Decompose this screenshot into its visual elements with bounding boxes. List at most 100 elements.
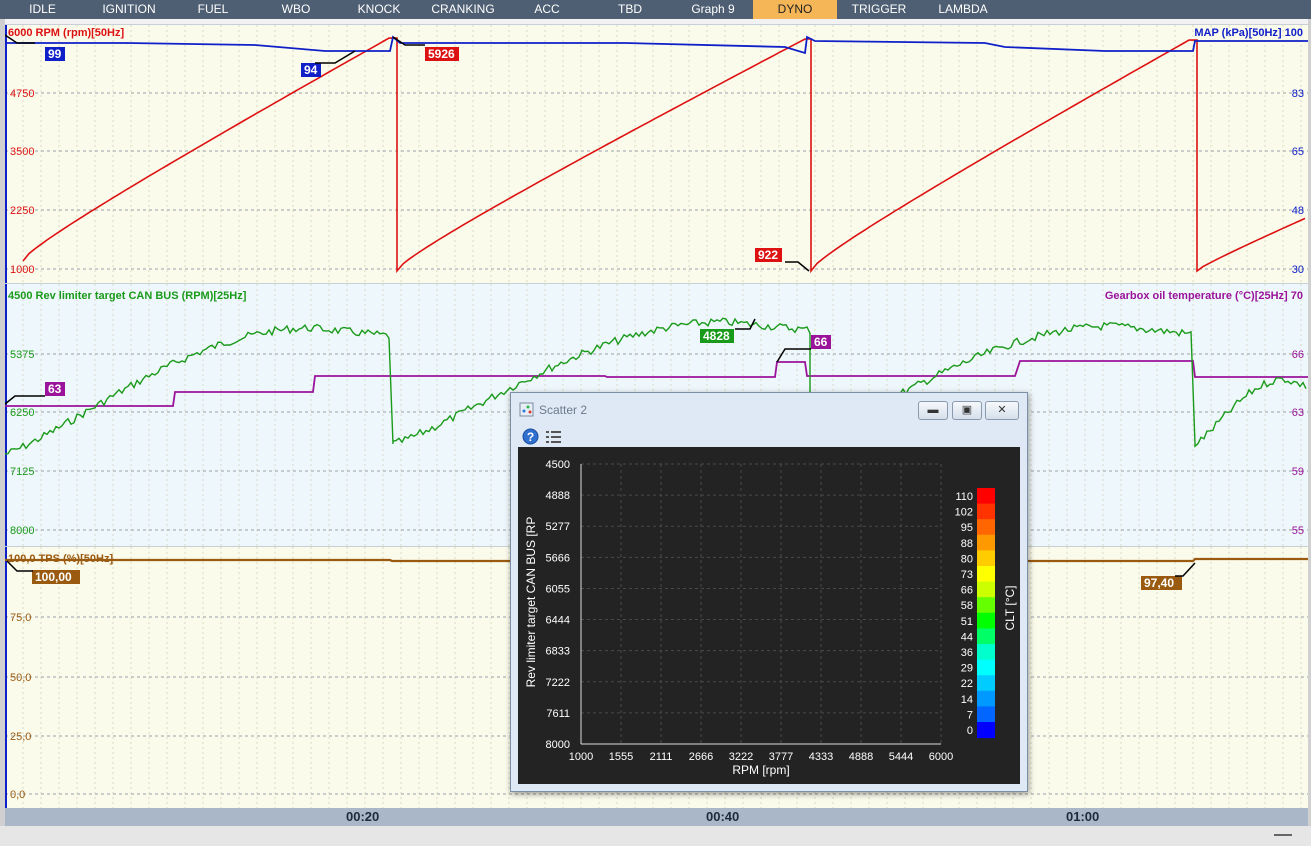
scatter-x-tick: 1555: [609, 751, 633, 763]
help-icon[interactable]: ?: [522, 428, 539, 445]
y-tick-label: 83: [1292, 88, 1304, 100]
tab-tbd[interactable]: TBD: [587, 0, 673, 19]
svg-text:?: ?: [527, 430, 534, 444]
colorbar-tick: 44: [961, 631, 973, 643]
colorbar-segment: [977, 550, 995, 567]
list-icon[interactable]: [546, 430, 562, 444]
colorbar-tick: 80: [961, 553, 973, 565]
tab-fuel[interactable]: FUEL: [173, 0, 253, 19]
close-button[interactable]: ✕: [985, 401, 1019, 420]
colorbar-segment: [977, 659, 995, 676]
colorbar-tick: 0: [967, 725, 973, 737]
colorbar-tick: 14: [961, 694, 973, 706]
scatter-x-title: RPM [rpm]: [732, 763, 789, 777]
map-marker-label: 99: [48, 47, 62, 61]
colorbar-tick: 51: [961, 616, 973, 628]
minimize-button[interactable]: ▬: [918, 401, 948, 420]
scatter-app-icon: [519, 402, 534, 417]
colorbar-segment: [977, 628, 995, 645]
colorbar-segment: [977, 519, 995, 536]
tab-knock[interactable]: KNOCK: [339, 0, 419, 19]
y-tick-label: 3500: [10, 146, 34, 158]
y-tick-label: 2250: [10, 205, 34, 217]
scatter-y-tick: 5277: [546, 521, 570, 533]
scatter-chart: 1000 1555 2111 2666 3222 3777 4333 4888 5444 6000…: [524, 459, 1017, 777]
colorbar-tick: 29: [961, 663, 973, 675]
scatter-x-tick: 5444: [889, 751, 913, 763]
scatter-y-tick: 8000: [546, 739, 570, 751]
time-axis[interactable]: 00:20 00:40 01:00: [5, 808, 1308, 826]
scatter-x-tick: 6000: [929, 751, 953, 763]
colorbar-tick: 7: [967, 709, 973, 721]
colorbar-tick: 95: [961, 522, 973, 534]
window-titlebar[interactable]: Scatter 2 ▬ ▣ ✕: [511, 393, 1027, 425]
oil-marker-label: 63: [48, 382, 62, 396]
y-tick-label: 25,0: [10, 731, 31, 743]
tab-acc[interactable]: ACC: [507, 0, 587, 19]
oil-axis-title: Gearbox oil temperature (°C)[25Hz] 70: [1105, 290, 1303, 302]
map-marker-label: 94: [304, 63, 318, 77]
tab-wbo[interactable]: WBO: [253, 0, 339, 19]
scatter-x-tick: 3222: [729, 751, 753, 763]
y-tick-label: 65: [1292, 146, 1304, 158]
y-tick-label: 4750: [10, 88, 34, 100]
y-tick-label: 63: [1292, 407, 1304, 419]
rpm-map-graph[interactable]: 6000 RPM (rpm)[50Hz] MAP (kPa)[50Hz] 100 4…: [5, 24, 1308, 283]
time-label: 00:20: [346, 809, 380, 824]
y-tick-label: 48: [1292, 205, 1304, 217]
colorbar-segment: [977, 488, 995, 505]
rpm-axis-title: 6000 RPM (rpm)[50Hz]: [8, 27, 124, 39]
scatter-plot-area[interactable]: 1000 1555 2111 2666 3222 3777 4333 4888 5444 6000…: [518, 447, 1020, 784]
colorbar-segment: [977, 675, 995, 692]
tab-ignition[interactable]: IGNITION: [85, 0, 173, 19]
tab-cranking[interactable]: CRANKING: [419, 0, 507, 19]
close-icon: ✕: [997, 404, 1007, 416]
colorbar-tick: 22: [961, 678, 973, 690]
colorbar-segment: [977, 612, 995, 629]
rpm-marker-label: 5926: [428, 47, 455, 61]
y-tick-label: 75,0: [10, 612, 31, 624]
y-tick-label: 59: [1292, 466, 1304, 478]
tab-graph-9[interactable]: Graph 9: [673, 0, 753, 19]
colorbar-tick: 73: [961, 569, 973, 581]
colorbar-segment: [977, 566, 995, 583]
scatter-x-tick: 2111: [650, 751, 673, 763]
scatter-y-tick: 6055: [546, 583, 570, 595]
scatter-x-tick: 2666: [689, 751, 713, 763]
scatter-y-tick: 7611: [546, 708, 570, 720]
colorbar-segment: [977, 581, 995, 598]
y-tick-label: 66: [1292, 349, 1304, 361]
y-tick-label: 6250: [10, 407, 34, 419]
scatter-y-tick: 6833: [546, 646, 570, 658]
scatter-x-tick: 4333: [809, 751, 833, 763]
scatter-x-tick: 1000: [569, 751, 593, 763]
maximize-button[interactable]: ▣: [952, 401, 982, 420]
scatter-window[interactable]: Scatter 2 ▬ ▣ ✕ ? 1000 1555 2111 2666 3222 37…: [510, 392, 1028, 792]
y-tick-label: 5375: [10, 349, 34, 361]
colorbar-segment: [977, 503, 995, 520]
tab-idle[interactable]: IDLE: [0, 0, 85, 19]
colorbar-segment: [977, 722, 995, 739]
scatter-y-title: Rev limiter target CAN BUS [RP: [524, 517, 538, 688]
tab-dyno[interactable]: DYNO: [753, 0, 837, 19]
scatter-y-tick: 4888: [546, 490, 570, 502]
tab-lambda[interactable]: LAMBDA: [921, 0, 1005, 19]
colorbar-title: CLT [°C]: [1003, 585, 1017, 630]
tps-marker-label: 97,40: [1144, 576, 1174, 590]
y-tick-label: 8000: [10, 525, 34, 537]
maximize-icon: ▣: [961, 404, 973, 416]
scatter-y-tick: 6444: [546, 615, 570, 627]
minimize-handle-icon[interactable]: [1274, 834, 1292, 836]
status-bar: [0, 826, 1311, 846]
scatter-x-tick: 3777: [769, 751, 793, 763]
scatter-y-tick: 7222: [546, 677, 570, 689]
minimize-icon: ▬: [927, 404, 939, 416]
y-tick-label: 0,0: [10, 789, 25, 801]
colorbar-tick: 110: [955, 491, 973, 503]
tab-trigger[interactable]: TRIGGER: [837, 0, 921, 19]
time-label: 01:00: [1066, 809, 1100, 824]
scatter-y-tick: 5666: [546, 552, 570, 564]
y-tick-label: 55: [1292, 525, 1304, 537]
rev-axis-title: 4500 Rev limiter target CAN BUS (RPM)[25…: [8, 290, 247, 302]
y-tick-label: 7125: [10, 466, 34, 478]
